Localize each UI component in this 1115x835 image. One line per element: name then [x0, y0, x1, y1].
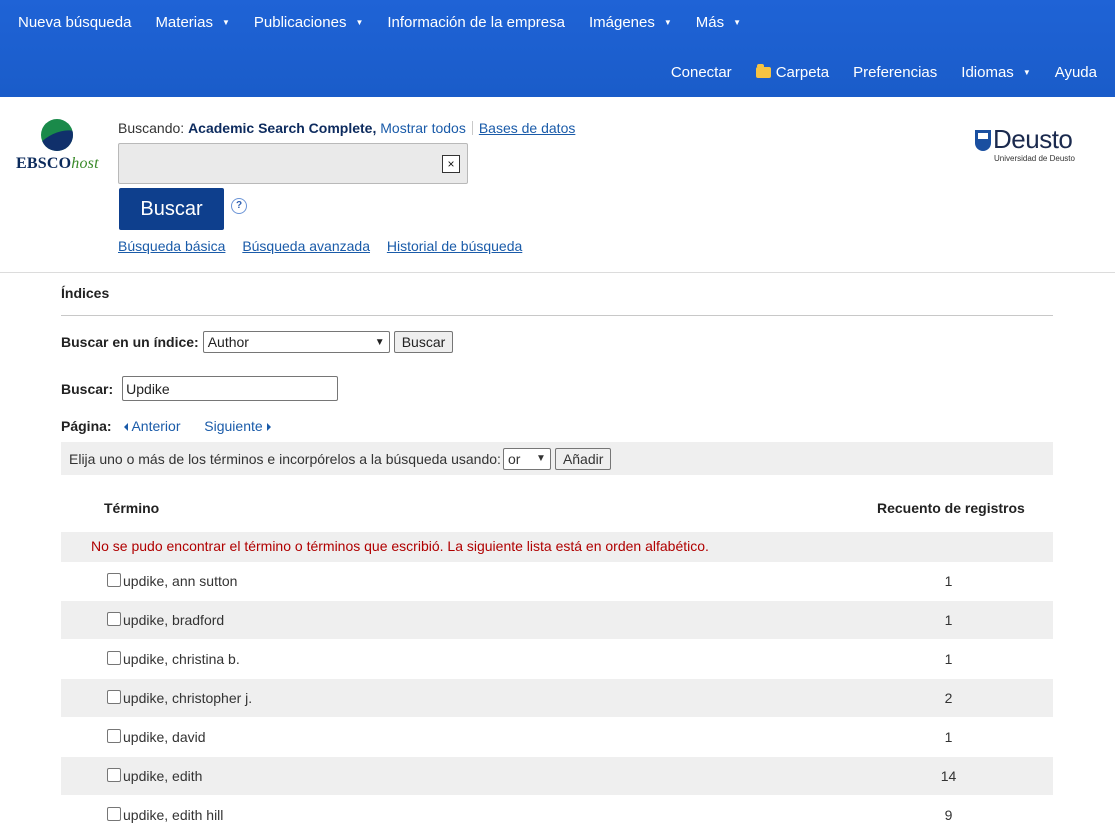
term-input-value: Updike	[126, 380, 170, 397]
next-page-link[interactable]: Siguiente	[204, 418, 271, 434]
table-row: updike, ann sutton 1	[61, 562, 1053, 601]
nav-imagenes[interactable]: Imágenes ▼	[589, 14, 672, 31]
term-label: Buscar:	[61, 380, 114, 397]
divider	[61, 315, 1053, 316]
term-checkbox[interactable]	[107, 573, 121, 587]
pagination: Página: Anterior Siguiente	[61, 418, 271, 434]
table-row: updike, christina b. 1	[61, 640, 1053, 679]
nav-label: Publicaciones	[253, 13, 347, 31]
table-row: updike, christopher j. 2	[61, 679, 1053, 718]
index-select[interactable]: Author ▼	[202, 331, 390, 353]
record-count: 14	[940, 768, 957, 784]
index-selected-value: Author	[207, 334, 249, 350]
chevron-left-icon	[124, 423, 129, 431]
nav-nueva-busqueda[interactable]: Nueva búsqueda	[18, 14, 131, 31]
nav-label: Ayuda	[1054, 63, 1097, 81]
term-text: updike, david	[123, 729, 206, 745]
notice-text: No se pudo encontrar el término o términ…	[91, 538, 709, 554]
index-selector-row: Buscar en un índice: Author ▼ Buscar	[61, 331, 454, 353]
chevron-down-icon: ▼	[536, 453, 546, 464]
term-checkbox[interactable]	[107, 768, 121, 782]
previous-label: Anterior	[131, 418, 181, 434]
table-row: updike, edith hill 9	[61, 796, 1053, 835]
nav-label: Preferencias	[853, 63, 938, 81]
nav-label: Más	[695, 13, 725, 31]
nav-label: Nueva búsqueda	[18, 13, 132, 31]
nav-label: Imágenes	[588, 13, 655, 31]
secondary-nav: Conectar Carpeta Preferencias Idiomas ▼ A…	[671, 46, 1115, 98]
record-count: 1	[944, 729, 953, 745]
term-text: updike, christina b.	[123, 651, 240, 667]
previous-page-link[interactable]: Anterior	[119, 418, 181, 434]
caret-down-icon: ▼	[733, 17, 742, 27]
nav-informacion-empresa[interactable]: Información de la empresa	[387, 14, 565, 31]
record-count: 1	[944, 573, 953, 589]
nav-label: Materias	[155, 13, 213, 31]
top-navigation-bar: Nueva búsqueda Materias ▼ Publicaciones ▼ …	[0, 0, 1115, 97]
nav-preferencias[interactable]: Preferencias	[853, 64, 937, 81]
table-row: updike, edith 14	[61, 757, 1053, 796]
record-count: 1	[944, 651, 953, 667]
page-title: Índices	[61, 285, 110, 301]
add-button[interactable]: Añadir	[554, 447, 612, 470]
add-terms-bar: Elija uno o más de los términos e incorp…	[61, 442, 1053, 475]
nav-conectar[interactable]: Conectar	[671, 64, 732, 81]
term-checkbox[interactable]	[107, 690, 121, 704]
nav-carpeta[interactable]: Carpeta	[755, 63, 830, 81]
index-search-button[interactable]: Buscar	[393, 331, 454, 353]
nav-label: Información de la empresa	[387, 13, 565, 31]
term-input[interactable]: Updike	[122, 376, 339, 401]
nav-materias[interactable]: Materias ▼	[155, 14, 229, 31]
header	[0, 97, 1115, 273]
term-text: updike, edith	[123, 768, 203, 784]
term-text: updike, christopher j.	[123, 690, 253, 706]
nav-idiomas[interactable]: Idiomas ▼	[961, 64, 1030, 81]
nav-ayuda[interactable]: Ayuda	[1055, 64, 1097, 81]
term-checkbox[interactable]	[107, 807, 121, 821]
caret-down-icon: ▼	[355, 17, 364, 27]
add-terms-instruction: Elija uno o más de los términos e incorp…	[69, 450, 501, 467]
not-found-notice: No se pudo encontrar el término o términ…	[61, 532, 1053, 562]
term-text: updike, bradford	[123, 612, 225, 628]
record-count: 2	[944, 690, 953, 706]
term-row: Buscar: Updike	[61, 376, 339, 401]
nav-label: Idiomas	[961, 63, 1014, 81]
column-header-term: Término	[104, 500, 160, 516]
table-row: updike, david 1	[61, 718, 1053, 757]
table-row: updike, bradford 1	[61, 601, 1053, 640]
page-label: Página:	[61, 418, 112, 434]
chevron-down-icon: ▼	[374, 336, 385, 348]
operator-value: or	[507, 450, 521, 467]
term-text: updike, ann sutton	[123, 573, 238, 589]
term-checkbox[interactable]	[107, 612, 121, 626]
record-count: 9	[944, 807, 953, 823]
nav-publicaciones[interactable]: Publicaciones ▼	[254, 14, 363, 31]
record-count: 1	[944, 612, 953, 628]
next-label: Siguiente	[204, 418, 263, 434]
caret-down-icon: ▼	[221, 17, 230, 27]
results-list: updike, ann sutton 1 updike, bradford 1 up…	[61, 562, 1053, 835]
nav-mas[interactable]: Más ▼	[696, 14, 741, 31]
caret-down-icon: ▼	[1022, 67, 1031, 77]
nav-label: Carpeta	[775, 63, 830, 81]
chevron-right-icon	[266, 423, 271, 431]
primary-nav: Nueva búsqueda Materias ▼ Publicaciones ▼ …	[0, 0, 747, 44]
folder-icon	[755, 63, 771, 78]
term-checkbox[interactable]	[107, 729, 121, 743]
operator-select[interactable]: or ▼	[502, 447, 551, 470]
nav-label: Conectar	[670, 63, 732, 81]
term-checkbox[interactable]	[107, 651, 121, 665]
index-label: Buscar en un índice:	[61, 334, 199, 350]
term-text: updike, edith hill	[123, 807, 224, 823]
column-header-count: Recuento de registros	[877, 500, 1025, 516]
caret-down-icon: ▼	[663, 17, 672, 27]
